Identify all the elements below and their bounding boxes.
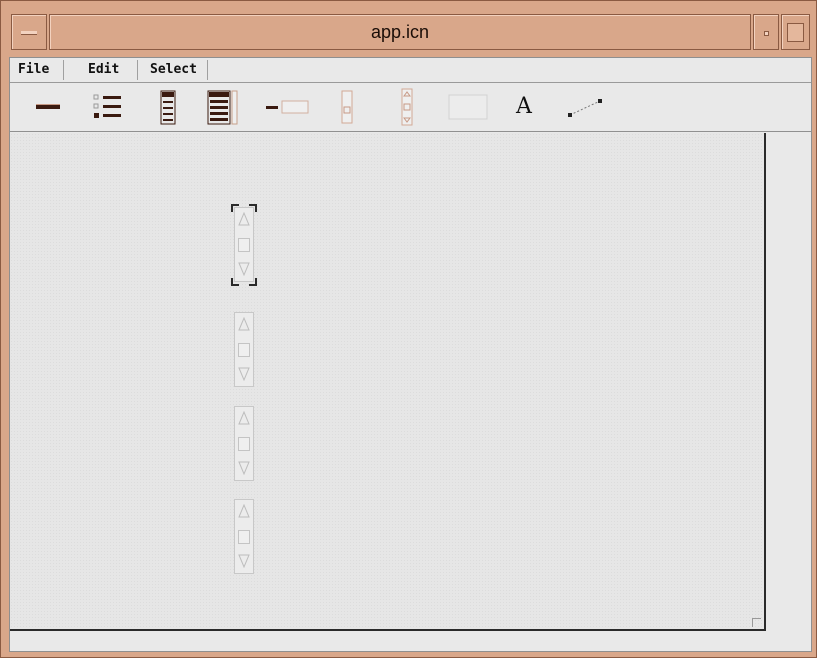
scroll-up-arrow-icon bbox=[238, 503, 250, 518]
scroll-down-arrow-icon bbox=[238, 554, 250, 569]
selection-handle[interactable] bbox=[231, 278, 239, 286]
text-label-icon[interactable]: A bbox=[510, 87, 538, 127]
status-bar bbox=[10, 632, 811, 650]
scroll-up-arrow-icon bbox=[238, 211, 250, 226]
checklist-icon[interactable] bbox=[88, 87, 128, 127]
title-bar[interactable]: app.icn bbox=[9, 10, 810, 53]
selection-handle[interactable] bbox=[249, 204, 257, 212]
vertical-scrollbar-icon[interactable] bbox=[392, 87, 422, 127]
selection-handle[interactable] bbox=[231, 204, 239, 212]
menu-file[interactable]: File bbox=[12, 60, 64, 80]
scroll-down-arrow-icon bbox=[238, 262, 250, 277]
line-icon[interactable] bbox=[562, 87, 610, 127]
scroll-up-arrow-icon bbox=[238, 410, 250, 425]
scroll-down-arrow-icon bbox=[238, 461, 250, 476]
vertical-slider-icon[interactable] bbox=[332, 87, 362, 127]
minimize-icon bbox=[764, 31, 769, 36]
scroll-thumb bbox=[238, 343, 250, 357]
client-area: File Edit Select A bbox=[9, 57, 812, 652]
canvas-scrollbar-widget[interactable] bbox=[234, 312, 254, 387]
window-title: app.icn bbox=[49, 14, 751, 50]
menu-select[interactable]: Select bbox=[144, 60, 208, 80]
design-canvas[interactable] bbox=[10, 133, 766, 631]
canvas-scrollbar-widget[interactable] bbox=[234, 207, 254, 282]
list-box-icon[interactable] bbox=[150, 87, 186, 127]
menu-bar: File Edit Select bbox=[10, 58, 811, 83]
list-box-scrollbar-icon[interactable] bbox=[202, 87, 246, 127]
minimize-button[interactable] bbox=[753, 14, 779, 50]
canvas-scrollbar-widget[interactable] bbox=[234, 406, 254, 481]
selection-handle[interactable] bbox=[249, 278, 257, 286]
tool-palette: A bbox=[10, 83, 811, 132]
window-menu-icon bbox=[21, 31, 37, 35]
window-menu-button[interactable] bbox=[11, 14, 47, 50]
rectangle-icon[interactable] bbox=[444, 87, 494, 127]
menu-edit[interactable]: Edit bbox=[82, 60, 138, 80]
maximize-icon bbox=[787, 23, 804, 42]
maximize-button[interactable] bbox=[781, 14, 810, 50]
canvas-resize-handle[interactable] bbox=[752, 618, 761, 627]
scroll-up-arrow-icon bbox=[238, 316, 250, 331]
application-window: app.icn File Edit Select A bbox=[0, 0, 817, 658]
scroll-thumb bbox=[238, 437, 250, 451]
scroll-down-arrow-icon bbox=[238, 367, 250, 382]
canvas-gutter bbox=[766, 133, 811, 629]
scroll-thumb bbox=[238, 530, 250, 544]
scroll-thumb bbox=[238, 238, 250, 252]
canvas-scrollbar-widget[interactable] bbox=[234, 499, 254, 574]
text-field-icon[interactable] bbox=[262, 87, 312, 127]
horizontal-rule-icon[interactable] bbox=[30, 87, 66, 127]
